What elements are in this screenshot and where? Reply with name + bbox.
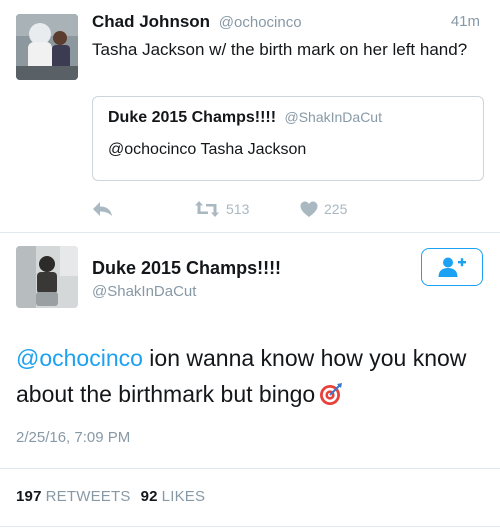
retweet-count: 513 bbox=[226, 201, 250, 217]
quoted-author-name: Duke 2015 Champs!!!! bbox=[108, 109, 277, 126]
divider bbox=[0, 232, 500, 233]
tweet-actions: 513 225 bbox=[92, 199, 392, 219]
likes-label[interactable]: LIKES bbox=[162, 488, 206, 505]
retweets-label[interactable]: RETWEETS bbox=[46, 488, 131, 505]
author-handle[interactable]: @ochocinco bbox=[219, 14, 302, 31]
avatar-photo bbox=[16, 14, 78, 80]
tweet-timestamp[interactable]: 2/25/16, 7:09 PM bbox=[16, 429, 130, 446]
heart-icon bbox=[300, 201, 318, 217]
tweet-text: @ochocinco ion wanna know how you know a… bbox=[16, 340, 486, 412]
retweet-icon bbox=[195, 201, 219, 217]
reply-icon bbox=[93, 202, 112, 216]
retweets-count[interactable]: 197 bbox=[16, 488, 42, 505]
tweet-text: Tasha Jackson w/ the birth mark on her l… bbox=[92, 40, 468, 59]
tweet-stats: 197 RETWEETS 92 LIKES bbox=[16, 488, 215, 505]
avatar-photo bbox=[16, 246, 78, 308]
like-button[interactable]: 225 bbox=[300, 199, 347, 219]
divider bbox=[0, 468, 500, 469]
add-user-icon bbox=[438, 257, 466, 277]
author-handle[interactable]: @ShakInDaCut bbox=[92, 283, 196, 300]
mention-link[interactable]: @ochocinco bbox=[16, 345, 143, 371]
tweet-time[interactable]: 41m bbox=[451, 13, 480, 30]
likes-count[interactable]: 92 bbox=[141, 488, 158, 505]
tweet-card[interactable]: Chad Johnson @ochocinco 41m Tasha Jackso… bbox=[0, 0, 500, 232]
like-count: 225 bbox=[324, 201, 348, 217]
retweet-button[interactable]: 513 bbox=[194, 199, 249, 219]
author-name[interactable]: Chad Johnson bbox=[92, 12, 210, 31]
divider bbox=[0, 526, 500, 527]
follow-button[interactable] bbox=[421, 248, 483, 286]
quoted-text: @ochocinco Tasha Jackson bbox=[108, 141, 307, 158]
avatar[interactable] bbox=[16, 246, 78, 308]
avatar[interactable] bbox=[16, 14, 78, 80]
author-name[interactable]: Duke 2015 Champs!!!! bbox=[92, 258, 281, 279]
quoted-author-handle: @ShakInDaCut bbox=[284, 109, 382, 125]
quoted-header: Duke 2015 Champs!!!! @ShakInDaCut bbox=[108, 109, 382, 127]
quoted-tweet[interactable]: Duke 2015 Champs!!!! @ShakInDaCut @ochoc… bbox=[92, 96, 484, 181]
bullseye-emoji-icon bbox=[320, 383, 343, 405]
tweet-header: Chad Johnson @ochocinco 41m bbox=[92, 12, 480, 36]
reply-button[interactable] bbox=[92, 199, 114, 219]
